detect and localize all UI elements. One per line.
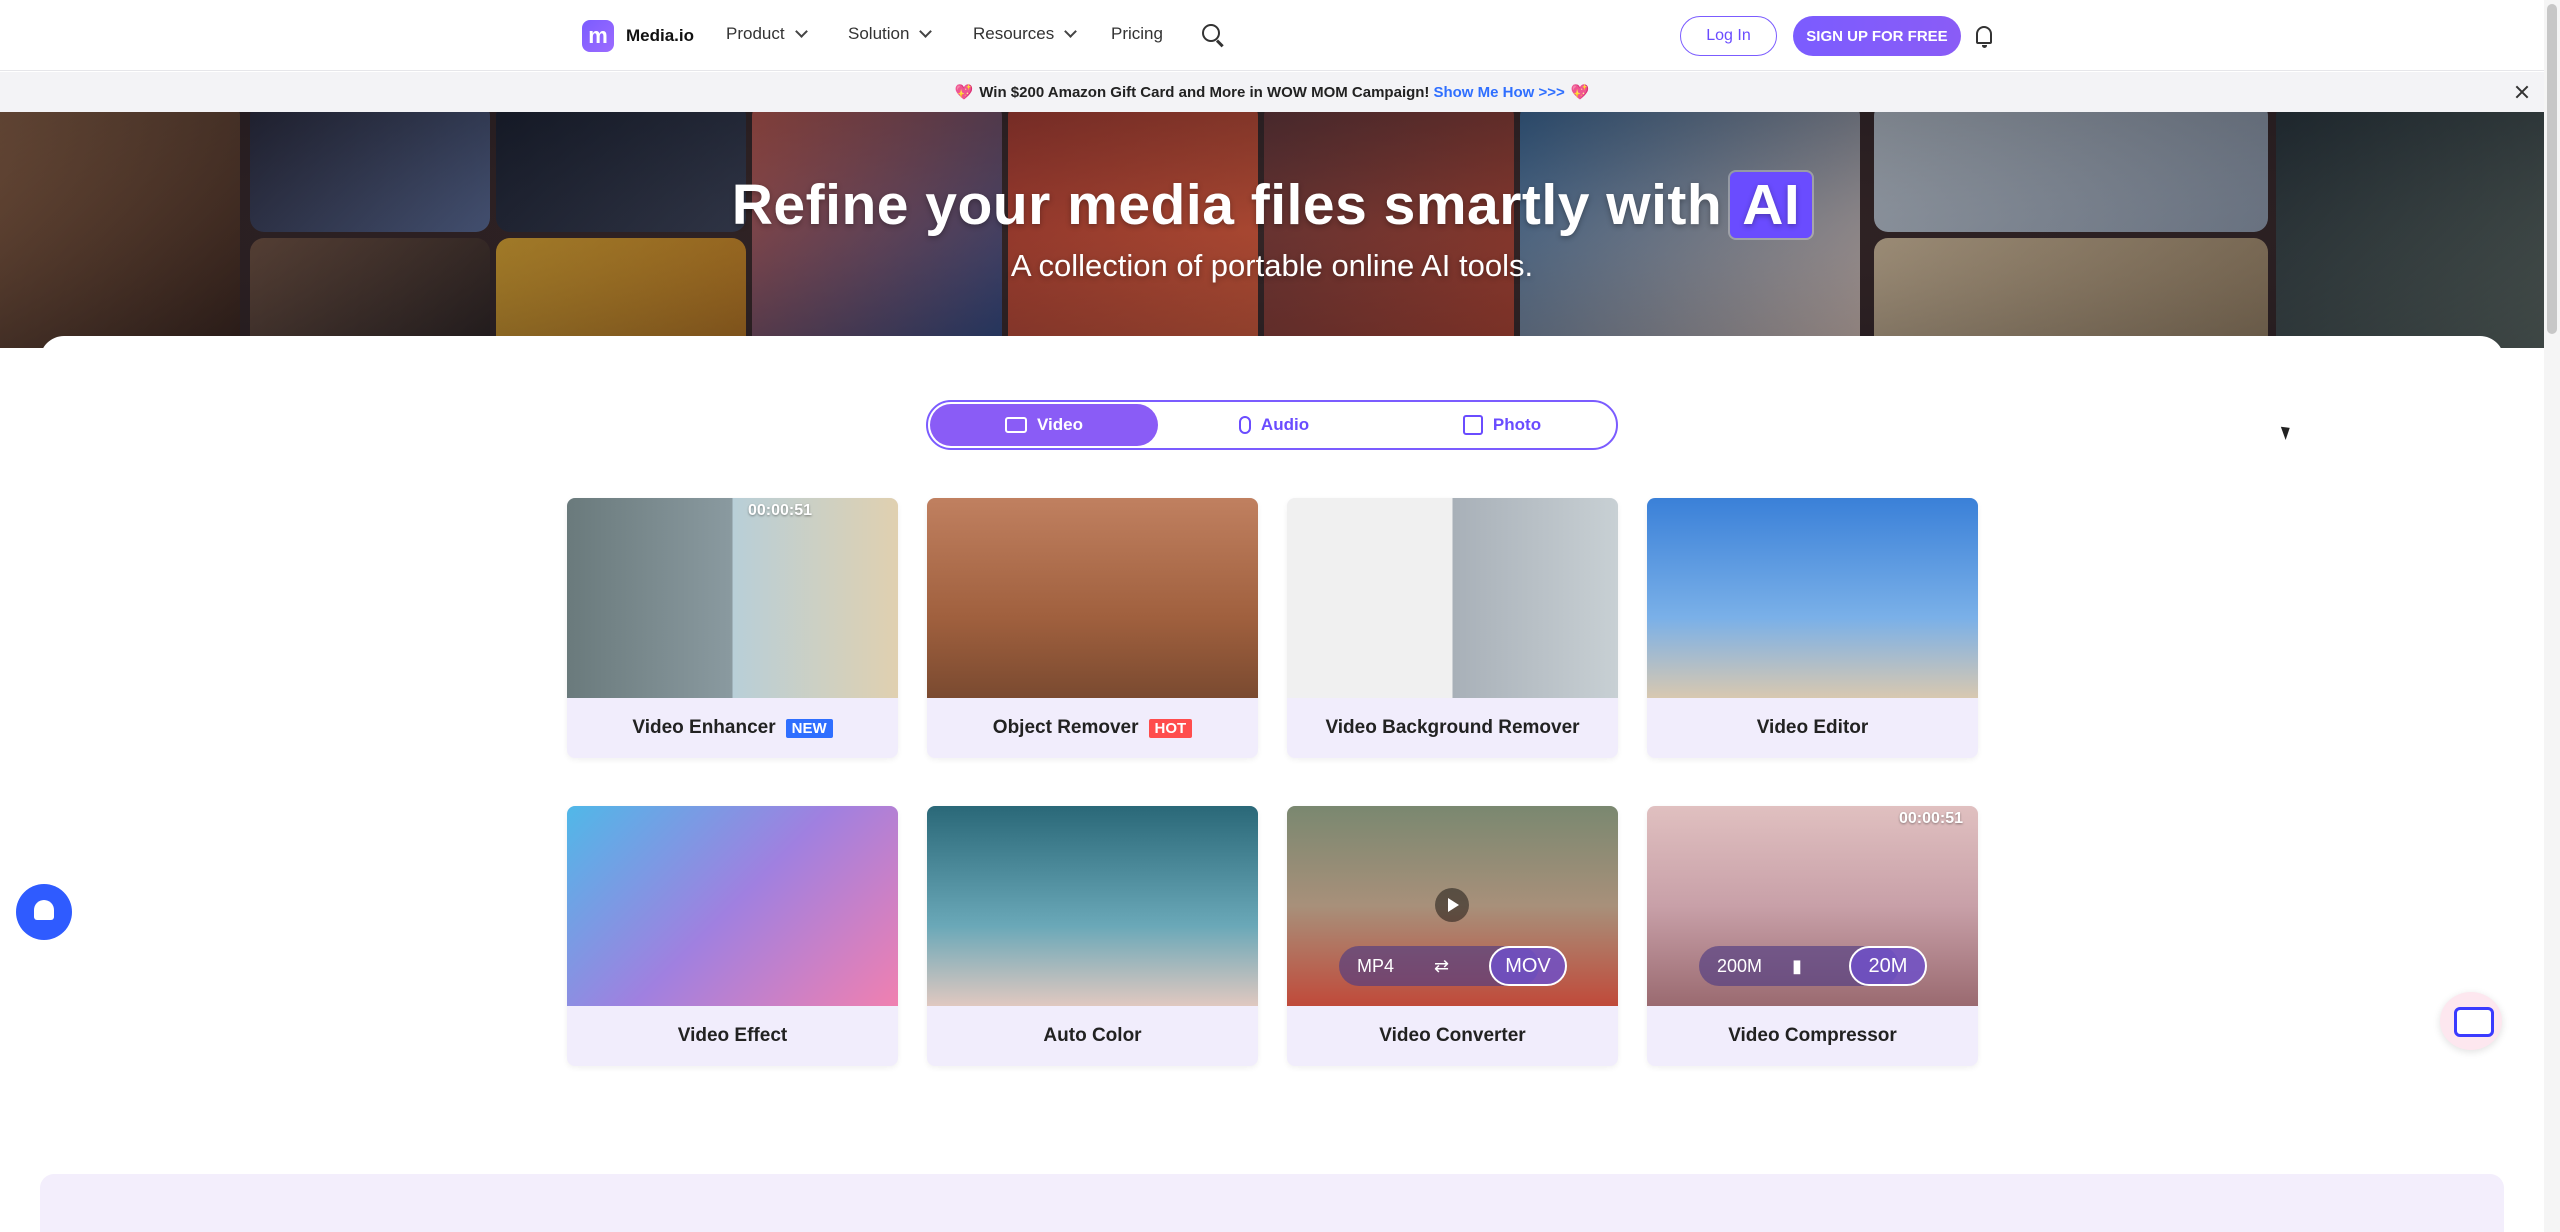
tab-video[interactable]: Video: [930, 404, 1158, 446]
timestamp-overlay: 00:00:51: [748, 502, 813, 519]
logo-icon: m: [582, 20, 614, 52]
logo-text: Media.io: [626, 26, 695, 45]
format-to: MOV: [1489, 946, 1567, 986]
card-title: Video Background Remover: [1325, 717, 1580, 738]
card-label: Video Effect: [567, 1006, 898, 1066]
tool-card-auto-color[interactable]: Auto Color: [927, 806, 1258, 1066]
timestamp-overlay: 00:00:51: [1899, 810, 1964, 827]
play-icon: [1435, 888, 1469, 922]
tab-label: Audio: [1260, 415, 1310, 434]
nav-item-product[interactable]: Product: [726, 24, 808, 44]
zip-file-icon: ▮: [1792, 955, 1802, 976]
tool-card-object-remover[interactable]: Object Remover HOT: [927, 498, 1258, 758]
card-label: Auto Color: [927, 1006, 1258, 1066]
ai-badge: AI: [1730, 172, 1813, 238]
microphone-icon: [1238, 416, 1251, 434]
tool-card-video-background-remover[interactable]: Video Background Remover: [1287, 498, 1618, 758]
card-title: Auto Color: [1043, 1025, 1142, 1046]
hero-subtitle: A collection of portable online AI tools…: [1010, 248, 1534, 283]
card-label: Video Editor: [1647, 698, 1978, 758]
nav-item-resources[interactable]: Resources: [973, 24, 1078, 44]
chevron-down-icon: [1064, 25, 1078, 38]
content-panel-edge: [40, 336, 2504, 376]
nav-item-pricing[interactable]: Pricing: [1111, 24, 1163, 44]
card-title: Video Converter: [1379, 1025, 1526, 1046]
promo-text: Win $200 Amazon Gift Card and More in WO…: [979, 83, 1430, 101]
notification-bell-icon[interactable]: [16, 884, 72, 940]
hero-title-text: Refine your media files smartly with: [731, 173, 1723, 237]
card-label: Object Remover HOT: [927, 698, 1258, 758]
convert-arrows-icon: ⇄: [1434, 955, 1450, 976]
mouse-cursor: [2280, 424, 2294, 440]
nav-item-solution[interactable]: Solution: [848, 24, 933, 44]
top-navbar: m Media.io Product Solution Resources Pr…: [0, 0, 2544, 71]
heart-icon: 💖: [1570, 84, 1590, 101]
image-icon: [1462, 415, 1483, 435]
new-badge: NEW: [785, 718, 833, 738]
promo-banner: 💖 Win $200 Amazon Gift Card and More in …: [0, 72, 2544, 112]
next-section-band: [40, 1174, 2504, 1232]
category-tabs: Video Audio Photo: [926, 400, 1618, 450]
chevron-down-icon: [794, 25, 808, 38]
hero-title: Refine your media files smartly with AI: [0, 172, 2544, 238]
card-label: Video Compressor: [1647, 1006, 1978, 1066]
hot-badge: HOT: [1148, 718, 1193, 738]
close-icon[interactable]: [2514, 84, 2530, 100]
video-icon: [1005, 417, 1027, 433]
hero-banner: Refine your media files smartly with AI A…: [0, 112, 2544, 348]
search-icon[interactable]: [1202, 24, 1220, 42]
card-thumbnail: [927, 806, 1258, 1006]
card-thumbnail: [567, 498, 898, 698]
size-to: 20M: [1849, 946, 1927, 986]
logo[interactable]: m Media.io: [582, 20, 694, 52]
card-title: Video Compressor: [1728, 1025, 1897, 1046]
tool-card-video-editor[interactable]: Video Editor: [1647, 498, 1978, 758]
login-button[interactable]: Log In: [1680, 16, 1777, 56]
card-label: Video Converter: [1287, 1006, 1618, 1066]
tool-card-video-converter[interactable]: MP4 ⇄ MOV Video Converter: [1287, 806, 1618, 1066]
card-label: Video Background Remover: [1287, 698, 1618, 758]
tool-card-video-effect[interactable]: Video Effect: [567, 806, 898, 1066]
heart-icon: 💖: [954, 84, 974, 101]
format-from-label: MP4: [1357, 955, 1395, 976]
nav-item-label: Solution: [848, 24, 910, 43]
tool-card-video-enhancer[interactable]: 00:00:51 Video Enhancer NEW: [567, 498, 898, 758]
card-thumbnail: [1647, 498, 1978, 698]
chevron-down-icon: [919, 25, 933, 38]
tab-photo[interactable]: Photo: [1388, 404, 1616, 446]
nav-item-label: Product: [726, 24, 785, 43]
nav-item-label: Pricing: [1111, 24, 1163, 43]
size-from-label: 200M: [1717, 955, 1763, 976]
tab-audio[interactable]: Audio: [1160, 404, 1388, 446]
tool-card-video-compressor[interactable]: 00:00:51 200M ▮ 20M Video Compressor: [1647, 806, 1978, 1066]
chat-icon[interactable]: [2440, 992, 2502, 1050]
scrollbar-thumb[interactable]: [2547, 4, 2557, 334]
card-title: Video Enhancer: [632, 717, 776, 738]
card-thumbnail: [567, 806, 898, 1006]
card-title: Video Effect: [677, 1025, 788, 1046]
card-thumbnail: [1287, 498, 1618, 698]
promo-link[interactable]: Show Me How >>>: [1433, 84, 1564, 101]
tab-label: Photo: [1492, 415, 1542, 434]
card-title: Video Editor: [1756, 717, 1869, 738]
card-thumbnail: [927, 498, 1258, 698]
bell-icon[interactable]: [1976, 26, 1992, 48]
card-title: Object Remover: [992, 717, 1139, 738]
nav-item-label: Resources: [973, 24, 1055, 43]
tab-label: Video: [1037, 415, 1083, 434]
signup-button[interactable]: SIGN UP FOR FREE: [1793, 16, 1961, 56]
card-label: Video Enhancer NEW: [567, 698, 898, 758]
